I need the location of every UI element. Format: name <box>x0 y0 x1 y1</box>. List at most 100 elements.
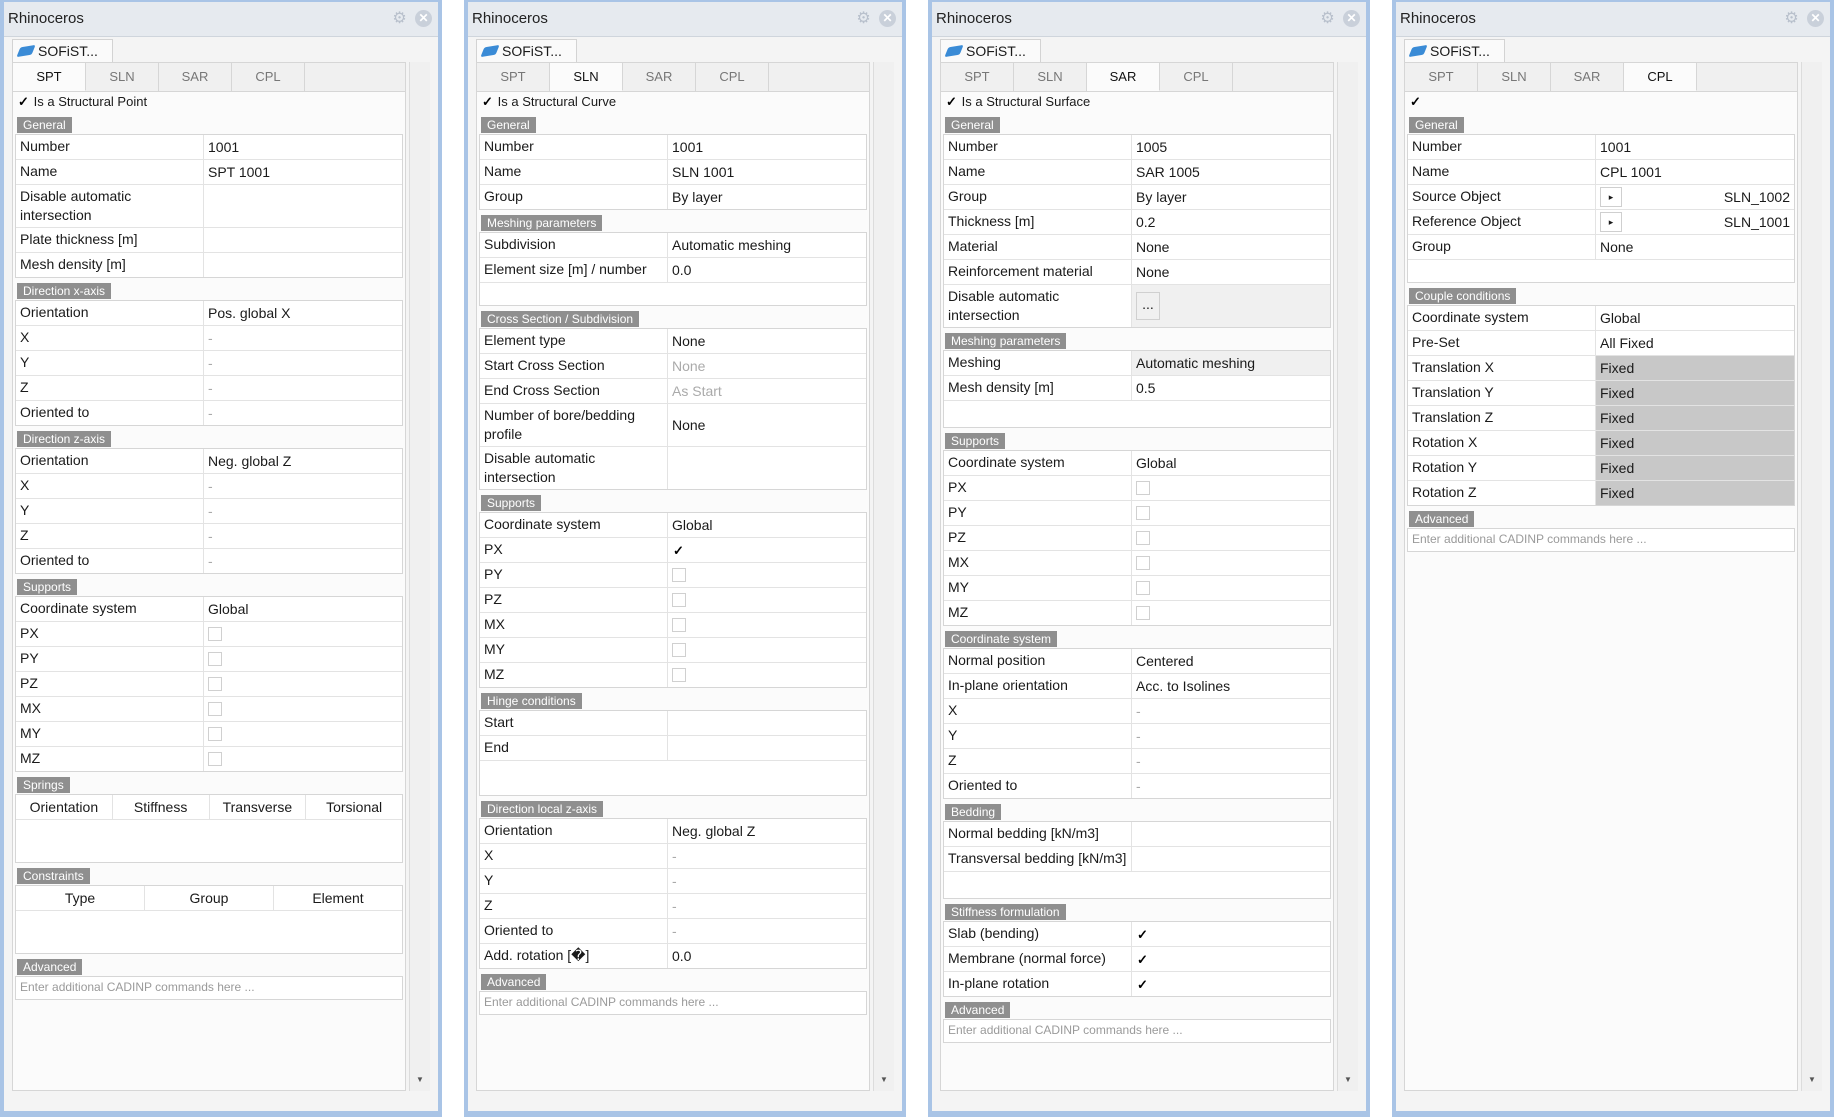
tab-spt[interactable]: SPT <box>13 63 86 91</box>
y-field[interactable]: - <box>1132 724 1330 748</box>
name-field[interactable]: SLN 1001 <box>668 160 866 184</box>
tab-sar[interactable]: SAR <box>159 63 232 91</box>
column-header[interactable]: Stiffness <box>113 795 210 819</box>
my-checkbox[interactable] <box>672 643 686 657</box>
subdivision-field[interactable]: Automatic meshing <box>668 233 866 257</box>
py-checkbox[interactable] <box>1136 506 1150 520</box>
oriented-to-field[interactable]: - <box>204 401 402 425</box>
tab-sln[interactable]: SLN <box>86 63 159 91</box>
tab-sar[interactable]: SAR <box>623 63 696 91</box>
cadinp-input[interactable]: Enter additional CADINP commands here ..… <box>1408 529 1794 551</box>
group-field[interactable]: None <box>1596 235 1794 259</box>
tab-sln[interactable]: SLN <box>550 63 623 91</box>
close-icon[interactable]: ✕ <box>1807 10 1824 27</box>
oriented-to-field[interactable]: - <box>1132 774 1330 798</box>
tab-cpl[interactable]: CPL <box>1624 63 1697 91</box>
scroll-down-icon[interactable]: ▼ <box>1805 1075 1819 1089</box>
px-checkbox[interactable] <box>208 627 222 641</box>
structural-curve-checkbox[interactable]: ✓ Is a Structural Curve <box>477 92 869 112</box>
in-plane-rotation-checkbox-checked-icon[interactable]: ✓ <box>1136 978 1149 991</box>
pick-object-icon[interactable]: ▸ <box>1600 212 1622 232</box>
x-field[interactable]: - <box>204 326 402 350</box>
group-field[interactable]: By layer <box>1132 185 1330 209</box>
tab-spt[interactable]: SPT <box>941 63 1014 91</box>
plate-thickness-field[interactable] <box>204 228 402 252</box>
pz-checkbox[interactable] <box>1136 531 1150 545</box>
mx-checkbox[interactable] <box>1136 556 1150 570</box>
close-icon[interactable]: ✕ <box>1343 10 1360 27</box>
orientation-field[interactable]: Neg. global Z <box>668 819 866 843</box>
cadinp-input[interactable]: Enter additional CADINP commands here ..… <box>944 1020 1330 1042</box>
pz-checkbox[interactable] <box>672 593 686 607</box>
mesh-density-field[interactable]: 0.5 <box>1132 376 1330 400</box>
close-icon[interactable]: ✕ <box>415 10 432 27</box>
mz-checkbox[interactable] <box>208 752 222 766</box>
name-field[interactable]: SPT 1001 <box>204 160 402 184</box>
translation-x-field[interactable]: Fixed <box>1596 356 1794 380</box>
tab-cpl[interactable]: CPL <box>232 63 305 91</box>
membrane-checkbox-checked-icon[interactable]: ✓ <box>1136 953 1149 966</box>
tab-cpl[interactable]: CPL <box>696 63 769 91</box>
px-checkbox[interactable] <box>1136 481 1150 495</box>
normal-bedding-field[interactable] <box>1132 822 1330 846</box>
tab-sln[interactable]: SLN <box>1014 63 1087 91</box>
bedding-profile-field[interactable]: None <box>668 404 866 446</box>
meshing-field[interactable]: Automatic meshing <box>1132 351 1330 375</box>
oriented-to-field[interactable]: - <box>668 919 866 943</box>
column-header[interactable]: Group <box>145 886 274 910</box>
tab-sar[interactable]: SAR <box>1087 63 1160 91</box>
scroll-down-icon[interactable]: ▼ <box>877 1075 891 1089</box>
x-field[interactable]: - <box>204 474 402 498</box>
number-field[interactable]: 1001 <box>204 135 402 159</box>
mesh-density-field[interactable] <box>204 253 402 277</box>
number-field[interactable]: 1001 <box>1596 135 1794 159</box>
rotation-y-field[interactable]: Fixed <box>1596 456 1794 480</box>
name-field[interactable]: SAR 1005 <box>1132 160 1330 184</box>
add-rotation-field[interactable]: 0.0 <box>668 944 866 968</box>
z-field[interactable]: - <box>204 524 402 548</box>
py-checkbox[interactable] <box>672 568 686 582</box>
coordinate-system-field[interactable]: Global <box>1596 306 1794 330</box>
disable-intersection-field[interactable] <box>668 447 866 489</box>
scroll-down-icon[interactable]: ▼ <box>413 1075 427 1089</box>
disable-intersection-field[interactable] <box>204 185 402 227</box>
tab-cpl[interactable]: CPL <box>1160 63 1233 91</box>
reference-object-field[interactable]: SLN_1001 <box>1724 213 1790 232</box>
orientation-field[interactable]: Pos. global X <box>204 301 402 325</box>
z-field[interactable]: - <box>1132 749 1330 773</box>
x-field[interactable]: - <box>1132 699 1330 723</box>
slab-checkbox-checked-icon[interactable]: ✓ <box>1136 928 1149 941</box>
coordinate-system-field[interactable]: Global <box>1132 451 1330 475</box>
thickness-field[interactable]: 0.2 <box>1132 210 1330 234</box>
rotation-z-field[interactable]: Fixed <box>1596 481 1794 505</box>
source-object-field[interactable]: SLN_1002 <box>1724 188 1790 207</box>
close-icon[interactable]: ✕ <box>879 10 896 27</box>
mz-checkbox[interactable] <box>1136 606 1150 620</box>
y-field[interactable]: - <box>668 869 866 893</box>
element-size-field[interactable]: 0.0 <box>668 258 866 282</box>
py-checkbox[interactable] <box>208 652 222 666</box>
start-cross-section-field[interactable]: None <box>668 354 866 378</box>
column-header[interactable]: Transverse <box>210 795 307 819</box>
element-type-field[interactable]: None <box>668 329 866 353</box>
translation-y-field[interactable]: Fixed <box>1596 381 1794 405</box>
more-options-button[interactable]: ... <box>1136 292 1160 320</box>
column-header[interactable]: Type <box>16 886 145 910</box>
z-field[interactable]: - <box>204 376 402 400</box>
gear-icon[interactable]: ⚙ <box>391 10 408 27</box>
plugin-tab[interactable]: SOFiST... <box>940 39 1041 62</box>
normal-position-field[interactable]: Centered <box>1132 649 1330 673</box>
cadinp-input[interactable]: Enter additional CADINP commands here ..… <box>480 992 866 1014</box>
coordinate-system-field[interactable]: Global <box>204 597 402 621</box>
px-checkbox-checked-icon[interactable]: ✓ <box>672 544 685 557</box>
coupling-checkbox[interactable]: ✓ <box>1405 92 1797 112</box>
in-plane-orientation-field[interactable]: Acc. to Isolines <box>1132 674 1330 698</box>
mx-checkbox[interactable] <box>208 702 222 716</box>
structural-point-checkbox[interactable]: ✓ Is a Structural Point <box>13 92 405 112</box>
scrollbar[interactable]: ▼ <box>873 62 894 1091</box>
plugin-tab[interactable]: SOFiST... <box>12 39 113 62</box>
tab-spt[interactable]: SPT <box>1405 63 1478 91</box>
reinforcement-material-field[interactable]: None <box>1132 260 1330 284</box>
preset-field[interactable]: All Fixed <box>1596 331 1794 355</box>
column-header[interactable]: Element <box>274 886 402 910</box>
